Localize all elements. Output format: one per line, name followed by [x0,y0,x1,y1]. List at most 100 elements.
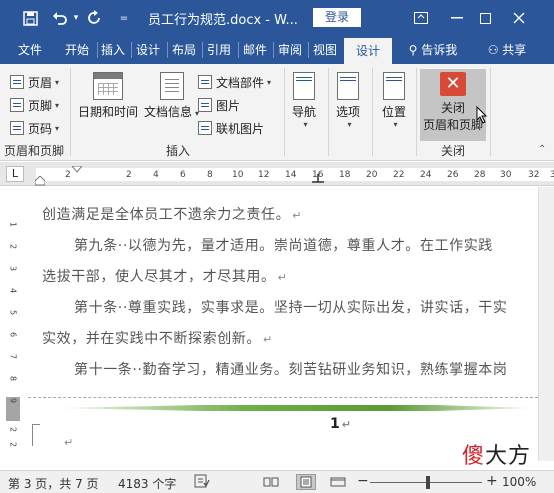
center-tab-marker[interactable] [312,172,324,186]
footer-page-number[interactable]: 1 ↵ [330,416,351,432]
vruler-tick: 3 [8,265,18,272]
group-label-insert: 插入 [166,144,191,158]
status-bar: 第 3 页，共 7 页 4183 个字 − + 100% [0,470,554,493]
read-mode-icon[interactable] [261,474,281,490]
position-button[interactable]: 位置 ▾ [382,72,406,129]
undo-dropdown-icon[interactable]: ▾ [66,8,86,28]
page-number-button[interactable]: 页码 ▾ [10,118,59,138]
horizontal-ruler[interactable]: 2 2 4 6 8 10 12 14 16 18 20 22 24 26 28 … [34,165,554,186]
horizontal-ruler-row: L 2 2 4 6 8 10 12 14 16 18 20 22 24 26 2… [0,162,554,186]
document-page[interactable]: 创造满足是全体员工不遗余力之责任。 ↵ 第九条··以德为先，量才适用。崇尚道德，尊… [28,187,538,461]
save-icon[interactable] [20,8,40,28]
share-button[interactable]: ⚇ 共享 [482,36,532,64]
tab-selector[interactable]: L [6,166,24,182]
word-count[interactable]: 4183 个字 [118,475,176,492]
zoom-level[interactable]: 100% [502,475,536,489]
lightbulb-icon: ⚲ [408,43,418,57]
close-window-icon[interactable] [508,7,530,29]
person-icon: ⚇ [487,43,499,57]
tab-home[interactable]: 开始 [60,36,94,64]
ribbon-tab-bar: 文件 开始 插入 设计 布局 引用 邮件 审阅 视图 设计 ⚲ 告诉我 ⚇ 共享 [0,36,554,64]
picture-icon [198,98,212,112]
online-pictures-button[interactable]: 联机图片 [198,118,264,138]
zoom-in-icon[interactable]: + [486,473,498,489]
tab-header-footer-design[interactable]: 设计 [344,38,392,64]
navigation-button[interactable]: 导航 ▾ [292,72,316,129]
ruler-tick: 34 [550,170,554,180]
header-button[interactable]: 页眉 ▾ [10,72,59,92]
customize-icon[interactable]: = [114,8,134,28]
minimize-icon[interactable] [446,7,468,29]
maximize-icon[interactable] [474,7,496,29]
options-icon [337,72,359,100]
title-bar: ▾ = 员工行为规范.docx - W... 登录 [0,0,554,36]
tab-insert[interactable]: 插入 [98,36,128,64]
ruler-tick: 26 [447,170,459,180]
vruler-tick: 2 [8,441,18,448]
ruler-tick: 24 [420,170,432,180]
ruler-tick: 2 [126,170,132,180]
page-count[interactable]: 第 3 页，共 7 页 [8,475,99,492]
zoom-slider-thumb[interactable] [426,476,430,489]
site-watermark: 傻大方 [462,444,532,469]
date-time-button[interactable]: 日期和时间 [78,72,138,120]
ruler-tick: 18 [339,170,351,180]
tab-file[interactable]: 文件 [12,36,48,64]
print-layout-icon[interactable] [296,474,316,490]
tab-design[interactable]: 设计 [132,36,164,64]
body-line: 选拔干部，使人尽其才，才尽其用。 ↵ [42,269,288,285]
redo-icon[interactable] [84,8,104,28]
online-picture-icon [198,121,212,135]
vruler-tick: 8 [8,375,18,382]
ribbon-panel: 页眉 ▾ 页脚 ▾ 页码 ▾ 页眉和页脚 日期和时间 文档信息 ▾ 文档部件 ▾ 图片 联… [0,64,554,161]
vruler-tick: 4 [8,287,18,294]
body-line: 实效，并在实践中不断探索创新。 ↵ [42,331,273,347]
login-button[interactable]: 登录 [313,8,361,27]
ribbon-display-icon[interactable] [410,7,432,29]
vruler-tick: 9 [8,397,18,404]
body-line: 创造满足是全体员工不遗余力之责任。 ↵ [42,207,303,223]
web-layout-icon[interactable] [328,474,348,490]
footer-button[interactable]: 页脚 ▾ [10,95,59,115]
position-icon [383,72,405,100]
footer-corner-mark [32,424,40,446]
tab-view[interactable]: 视图 [309,36,341,64]
ruler-tick: 30 [500,170,512,180]
options-button[interactable]: 选项 ▾ [336,72,360,129]
tab-references[interactable]: 引用 [203,36,235,64]
page-number-icon [10,121,24,135]
zoom-out-icon[interactable]: − [357,473,369,489]
tell-me-box[interactable]: ⚲ 告诉我 [400,36,466,64]
document-info-button[interactable]: 文档信息 ▾ [144,72,199,120]
navigation-icon [293,72,315,100]
vruler-tick: 7 [8,353,18,360]
pictures-button[interactable]: 图片 [198,95,240,115]
vertical-scrollbar[interactable] [538,187,554,461]
vruler-tick: 2 [8,426,18,433]
first-line-indent-marker[interactable] [70,162,84,176]
tab-mailings[interactable]: 邮件 [239,36,271,64]
tab-layout[interactable]: 布局 [168,36,200,64]
quick-parts-icon [198,75,212,89]
quick-parts-button[interactable]: 文档部件 ▾ [198,72,271,92]
group-label-close: 关闭 [441,144,466,158]
ruler-tick: 2 [65,170,71,180]
ruler-tick: 20 [366,170,378,180]
document-info-icon [159,72,184,100]
ruler-tick: 28 [474,170,486,180]
footer-icon [10,98,24,112]
proofing-icon[interactable] [194,474,210,491]
vruler-tick: 5 [8,309,18,316]
footer-paragraph-mark: ↵ [64,436,74,449]
window-title: 员工行为规范.docx - W... [148,13,298,28]
vruler-tick: 1 [8,221,18,228]
footer-boundary-line [28,397,538,398]
mouse-cursor-icon [476,105,488,127]
ruler-tick: 10 [232,170,244,180]
ruler-tick: 12 [258,170,270,180]
ruler-tick: 6 [180,170,186,180]
collapse-ribbon-icon[interactable]: ⌃ [538,144,546,155]
tab-review[interactable]: 审阅 [274,36,306,64]
ruler-tick: 32 [528,170,540,180]
header-icon [10,75,24,89]
